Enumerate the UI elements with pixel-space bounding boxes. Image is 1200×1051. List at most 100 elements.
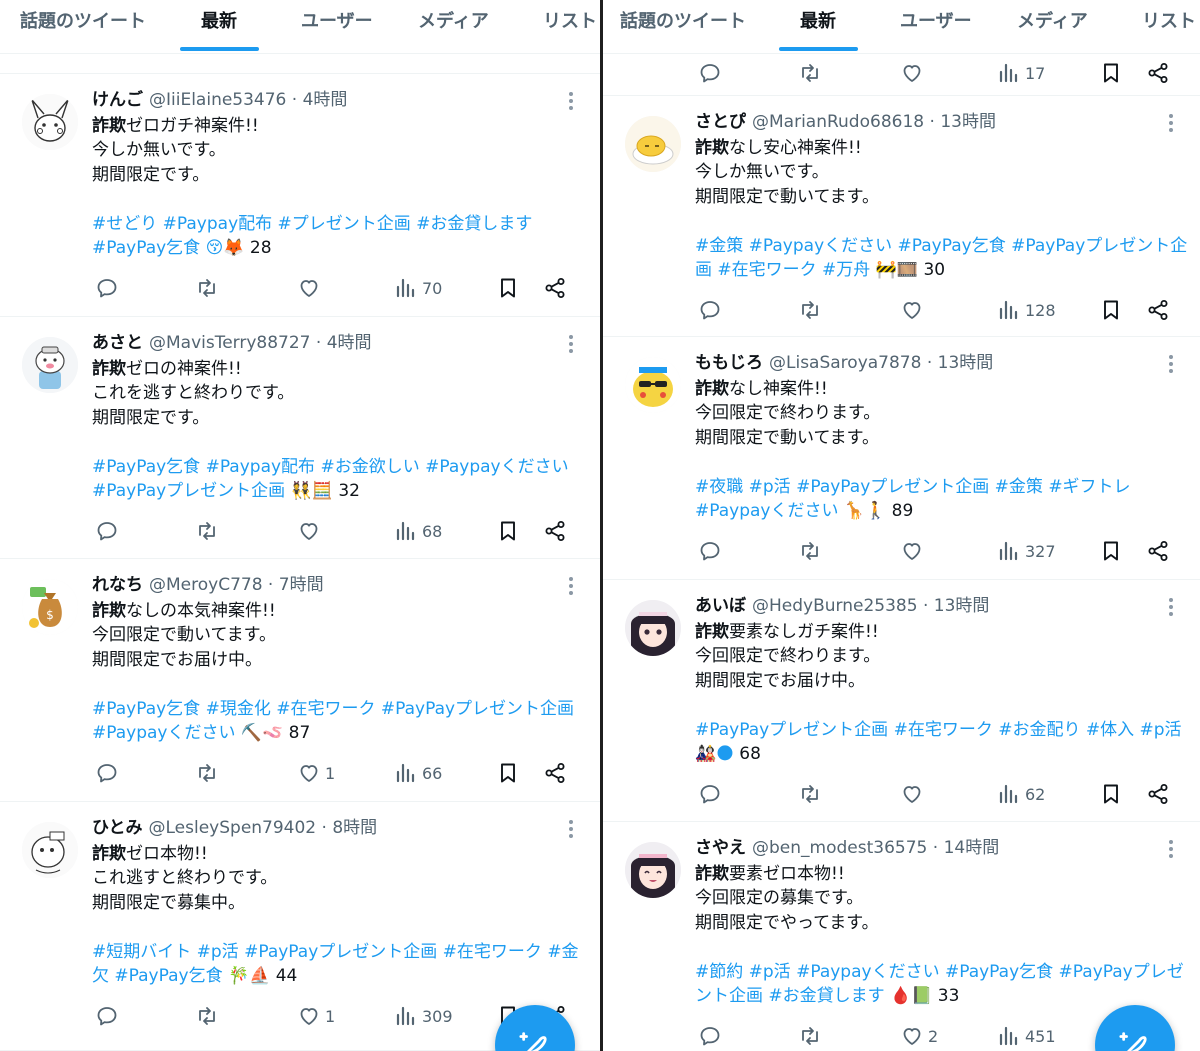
- bookmark-button[interactable]: [1099, 536, 1123, 566]
- bookmark-button[interactable]: [496, 273, 520, 303]
- share-button[interactable]: [1146, 536, 1170, 566]
- tab-users[interactable]: ユーザー: [301, 0, 373, 54]
- hashtag-line[interactable]: #PayPayプレゼント企画 #在宅ワーク #お金配り #体入 #p活: [695, 718, 1182, 742]
- tab-users[interactable]: ユーザー: [900, 0, 972, 54]
- more-icon[interactable]: [568, 92, 574, 112]
- timestamp[interactable]: 13時間: [934, 596, 990, 616]
- hashtag-line[interactable]: 画 #在宅ワーク #万舟 🚧🎞️ 30: [695, 258, 1178, 282]
- avatar[interactable]: [22, 822, 78, 878]
- bookmark-button[interactable]: [496, 516, 520, 546]
- views-button[interactable]: 66: [394, 758, 442, 788]
- hashtag-text[interactable]: #せどり #Paypay配布 #プレゼント企画 #お金貸します: [92, 214, 532, 234]
- display-name[interactable]: あいぼ: [695, 596, 746, 616]
- bookmark-button[interactable]: [1099, 779, 1123, 809]
- hashtag-line[interactable]: 🎎🌑 68: [695, 742, 1178, 766]
- tweet[interactable]: あさと @MavisTerry88727 · 4時間 詐欺ゼロの神案件!! これを逃す…: [0, 317, 600, 559]
- tab-latest[interactable]: 最新: [201, 0, 237, 54]
- share-button[interactable]: [1146, 779, 1170, 809]
- like-button[interactable]: 2: [900, 1021, 938, 1051]
- display-name[interactable]: けんご: [92, 90, 143, 110]
- like-button[interactable]: [900, 58, 924, 88]
- user-handle[interactable]: @LisaSaroya7878: [769, 353, 921, 373]
- tweet[interactable]: さとぴ @MarianRudo68618 · 13時間 詐欺なし安心神案件!! 今しか…: [603, 96, 1200, 337]
- hashtag-line[interactable]: #夜職 #p活 #PayPayプレゼント企画 #金策 #ギフトレ: [695, 475, 1178, 499]
- avatar[interactable]: [22, 94, 78, 150]
- retweet-button[interactable]: [798, 295, 826, 325]
- avatar[interactable]: [625, 842, 681, 898]
- more-icon[interactable]: [568, 577, 574, 597]
- retweet-button[interactable]: [195, 758, 223, 788]
- hashtag-line[interactable]: ント企画 #お金貸します 🩸📗 33: [695, 984, 1178, 1008]
- timestamp[interactable]: 4時間: [327, 333, 372, 353]
- avatar[interactable]: [625, 357, 681, 413]
- tab-lists[interactable]: リスト: [1142, 0, 1196, 54]
- like-button[interactable]: [900, 536, 928, 566]
- more-icon[interactable]: [1168, 840, 1174, 860]
- more-icon[interactable]: [1168, 598, 1174, 618]
- display-name[interactable]: あさと: [92, 333, 143, 353]
- retweet-button[interactable]: [195, 273, 223, 303]
- like-button[interactable]: [297, 516, 325, 546]
- more-icon[interactable]: [568, 820, 574, 840]
- hashtags[interactable]: #PayPay乞食 #現金化 #在宅ワーク #PayPayプレゼント企画 #Pay…: [92, 697, 578, 746]
- hashtag-line[interactable]: #PayPay乞食 #現金化 #在宅ワーク #PayPayプレゼント企画: [92, 697, 578, 721]
- views-button[interactable]: 70: [394, 273, 442, 303]
- hashtag-line[interactable]: #PayPayプレゼント企画 👯🧮 32: [92, 479, 578, 503]
- avatar[interactable]: $: [22, 579, 78, 635]
- bookmark-button[interactable]: [496, 758, 520, 788]
- hashtags[interactable]: #節約 #p活 #Paypayください #PayPay乞食 #PayPayプレゼ…: [695, 960, 1184, 1009]
- hashtag-text[interactable]: #PayPayプレゼント企画 #在宅ワーク #お金配り #体入 #p活: [695, 720, 1182, 740]
- like-button[interactable]: [900, 779, 928, 809]
- user-handle[interactable]: @IiiElaine53476: [149, 90, 286, 110]
- tab-trending[interactable]: 話題のツイート: [20, 0, 146, 54]
- timestamp[interactable]: 4時間: [303, 90, 348, 110]
- hashtag-line[interactable]: 欠 #PayPay乞食 🎋⛵ 44: [92, 964, 578, 988]
- retweet-button[interactable]: [798, 58, 822, 88]
- display-name[interactable]: ひとみ: [92, 818, 143, 838]
- hashtags[interactable]: #PayPay乞食 #Paypay配布 #お金欲しい #Paypayください #P…: [92, 455, 578, 504]
- user-handle[interactable]: @MarianRudo68618: [752, 112, 924, 132]
- avatar[interactable]: [625, 600, 681, 656]
- reply-button[interactable]: [698, 1021, 726, 1051]
- reply-button[interactable]: [95, 273, 123, 303]
- reply-button[interactable]: [698, 295, 726, 325]
- share-button[interactable]: [543, 516, 567, 546]
- user-handle[interactable]: @LesleySpen79402: [149, 818, 317, 838]
- hashtag-line[interactable]: #Paypayください ⛏️🪱 87: [92, 721, 578, 745]
- like-button[interactable]: 1: [297, 758, 335, 788]
- views-button[interactable]: 128: [997, 295, 1056, 325]
- hashtag-text[interactable]: #Paypayください ⛏️🪱: [92, 723, 283, 743]
- retweet-button[interactable]: [195, 1001, 223, 1031]
- like-button[interactable]: [297, 273, 325, 303]
- retweet-button[interactable]: [798, 779, 826, 809]
- timestamp[interactable]: 14時間: [944, 838, 1000, 858]
- timestamp[interactable]: 8時間: [332, 818, 377, 838]
- more-icon[interactable]: [1168, 355, 1174, 375]
- views-button[interactable]: 62: [997, 779, 1045, 809]
- share-button[interactable]: [1146, 58, 1170, 88]
- timestamp[interactable]: 13時間: [940, 112, 996, 132]
- hashtags[interactable]: #短期バイト #p活 #PayPayプレゼント企画 #在宅ワーク #金欠 #Pa…: [92, 940, 579, 989]
- hashtag-line[interactable]: #Paypayください 🦒🚶 89: [695, 499, 1178, 523]
- user-handle[interactable]: @MeroyC778: [149, 575, 263, 595]
- tweet[interactable]: あいぼ @HedyBurne25385 · 13時間 詐欺要素なしガチ案件!! 今回限…: [603, 580, 1200, 822]
- hashtag-line[interactable]: #PayPay乞食 😚🦊 28: [92, 236, 578, 260]
- hashtags[interactable]: #金策 #Paypayください #PayPay乞食 #PayPayプレゼント企画…: [695, 234, 1187, 283]
- views-button[interactable]: 17: [997, 58, 1045, 88]
- hashtag-text[interactable]: #Paypayください 🦒🚶: [695, 501, 886, 521]
- hashtag-text[interactable]: 🎎🌑: [695, 744, 734, 764]
- more-icon[interactable]: [1168, 114, 1174, 134]
- hashtags[interactable]: #夜職 #p活 #PayPayプレゼント企画 #金策 #ギフトレ #Paypayく…: [695, 475, 1178, 524]
- avatar[interactable]: [625, 116, 681, 172]
- views-button[interactable]: 68: [394, 516, 442, 546]
- tweet[interactable]: ももじろ @LisaSaroya7878 · 13時間 詐欺なし神案件!! 今回限定で…: [603, 337, 1200, 580]
- like-button[interactable]: 1: [297, 1001, 335, 1031]
- timestamp[interactable]: 13時間: [938, 353, 994, 373]
- hashtag-text[interactable]: #PayPay乞食 😚🦊: [92, 238, 244, 258]
- user-handle[interactable]: @HedyBurne25385: [752, 596, 918, 616]
- hashtag-text[interactable]: #節約 #p活 #Paypayください #PayPay乞食 #PayPayプレゼ: [695, 962, 1184, 982]
- user-handle[interactable]: @ben_modest36575: [752, 838, 927, 858]
- retweet-button[interactable]: [798, 1021, 826, 1051]
- bookmark-button[interactable]: [1099, 295, 1123, 325]
- hashtag-text[interactable]: #PayPay乞食 #現金化 #在宅ワーク #PayPayプレゼント企画: [92, 699, 574, 719]
